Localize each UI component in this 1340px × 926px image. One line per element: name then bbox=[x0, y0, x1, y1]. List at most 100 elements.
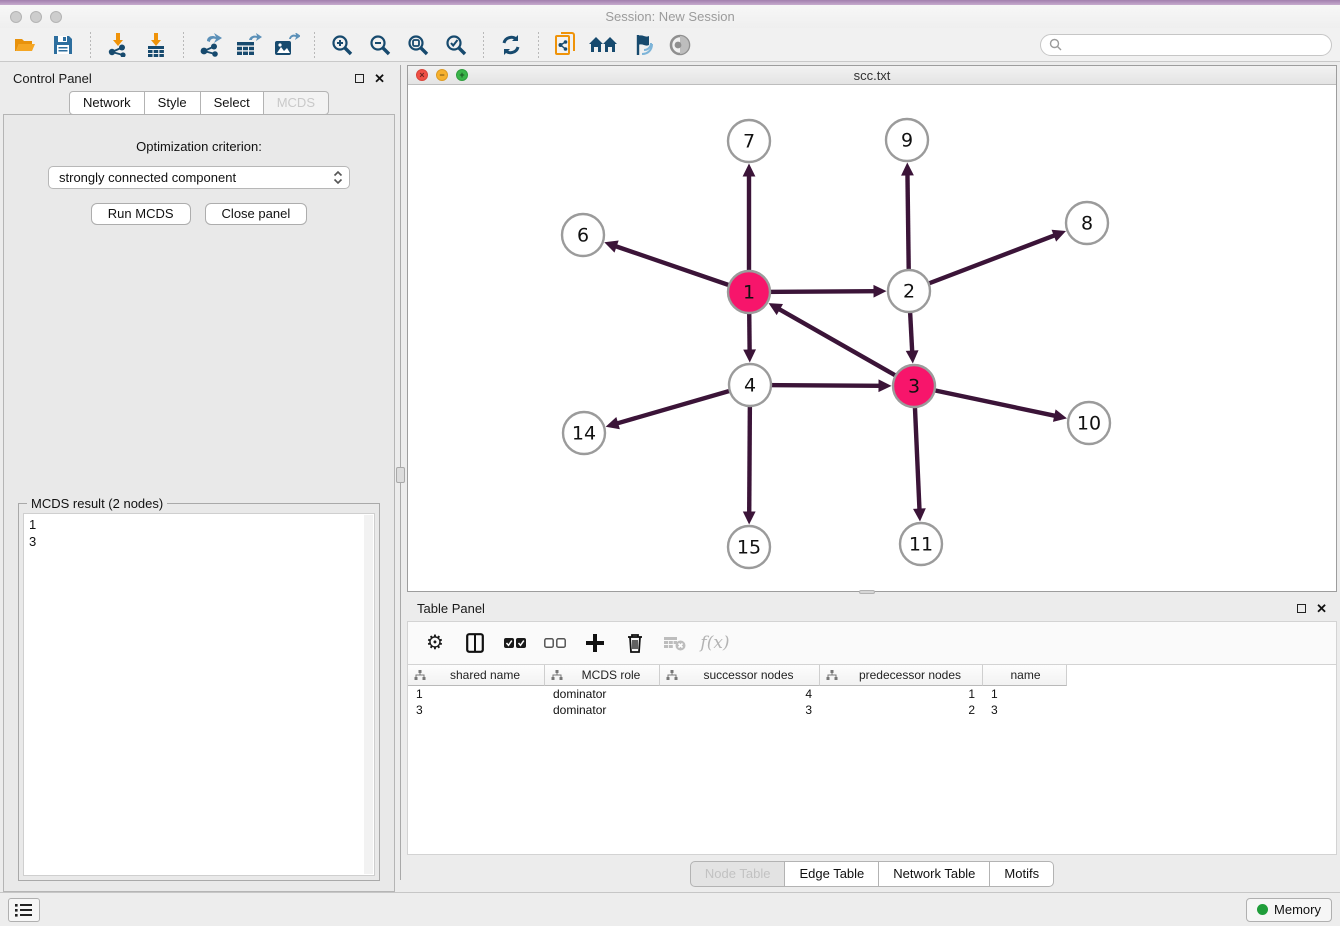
memory-button[interactable]: Memory bbox=[1246, 898, 1332, 922]
home-button[interactable] bbox=[587, 31, 621, 59]
graph-node-9[interactable]: 9 bbox=[886, 119, 928, 161]
graph-node-4[interactable]: 4 bbox=[729, 364, 771, 406]
control-panel-header: Control Panel ✕ bbox=[3, 65, 395, 91]
table-cell[interactable]: 1 bbox=[408, 686, 545, 702]
graph-node-8[interactable]: 8 bbox=[1066, 202, 1108, 244]
export-image-button[interactable] bbox=[270, 31, 304, 59]
column-header-name[interactable]: name bbox=[983, 665, 1067, 686]
gear-icon: ⚙ bbox=[426, 633, 444, 653]
graph-edge[interactable] bbox=[914, 386, 1067, 422]
clone-network-button[interactable] bbox=[549, 31, 583, 59]
close-table-panel-icon[interactable]: ✕ bbox=[1316, 602, 1327, 615]
table-body: 1dominator4113dominator323 bbox=[408, 686, 1336, 718]
graph-node-label: 2 bbox=[903, 281, 915, 303]
table-cell[interactable]: 1 bbox=[820, 686, 983, 702]
table-cell[interactable]: dominator bbox=[545, 702, 660, 718]
column-header-MCDS-role[interactable]: MCDS role bbox=[545, 665, 660, 686]
criterion-select[interactable]: strongly connected component bbox=[48, 166, 350, 189]
table-cell[interactable]: dominator bbox=[545, 686, 660, 702]
table-cell[interactable]: 1 bbox=[983, 686, 1067, 702]
mcds-result-title: MCDS result (2 nodes) bbox=[27, 496, 167, 511]
graph-node-label: 14 bbox=[572, 423, 596, 445]
import-network-icon bbox=[107, 33, 129, 57]
search-input[interactable] bbox=[1067, 38, 1323, 52]
graph-node-10[interactable]: 10 bbox=[1068, 402, 1110, 444]
hide-annotations-button[interactable] bbox=[625, 31, 659, 59]
close-panel-button[interactable]: Close panel bbox=[205, 203, 308, 225]
graph-node-7[interactable]: 7 bbox=[728, 120, 770, 162]
close-panel-icon[interactable]: ✕ bbox=[374, 72, 385, 85]
column-header-shared-name[interactable]: shared name bbox=[408, 665, 545, 686]
result-line: 1 bbox=[29, 516, 374, 533]
zoom-fit-button[interactable] bbox=[401, 31, 435, 59]
tab-mcds[interactable]: MCDS bbox=[264, 91, 329, 115]
table-settings-button[interactable]: ⚙ bbox=[422, 628, 448, 658]
float-panel-icon[interactable] bbox=[355, 74, 364, 83]
select-all-columns-button[interactable] bbox=[502, 628, 528, 658]
eye-icon bbox=[668, 34, 692, 56]
float-table-panel-icon[interactable] bbox=[1297, 604, 1306, 613]
zoom-in-button[interactable] bbox=[325, 31, 359, 59]
result-scrollbar[interactable] bbox=[364, 515, 373, 874]
tab-network[interactable]: Network bbox=[69, 91, 145, 115]
graph-node-1[interactable]: 1 bbox=[728, 271, 770, 313]
mcds-tab-content: Optimization criterion: strongly connect… bbox=[3, 114, 395, 892]
table-row[interactable]: 1dominator411 bbox=[408, 686, 1336, 702]
unselect-all-columns-button[interactable] bbox=[542, 628, 568, 658]
table-cell[interactable]: 2 bbox=[820, 702, 983, 718]
column-header-successor-nodes[interactable]: successor nodes bbox=[660, 665, 820, 686]
function-builder-button[interactable]: f(x) bbox=[702, 628, 728, 658]
column-header-predecessor-nodes[interactable]: predecessor nodes bbox=[820, 665, 983, 686]
graph-node-2[interactable]: 2 bbox=[888, 270, 930, 312]
tab-node-table[interactable]: Node Table bbox=[690, 861, 786, 887]
tab-select[interactable]: Select bbox=[201, 91, 264, 115]
graph-node-14[interactable]: 14 bbox=[563, 412, 605, 454]
tab-edge-table[interactable]: Edge Table bbox=[785, 861, 879, 887]
splitter-grip[interactable] bbox=[396, 467, 405, 483]
annotation-flag-icon bbox=[630, 34, 654, 56]
save-session-button[interactable] bbox=[46, 31, 80, 59]
columns-icon bbox=[466, 633, 484, 653]
table-cell[interactable]: 3 bbox=[408, 702, 545, 718]
home-icon bbox=[589, 35, 619, 55]
zoom-selected-button[interactable] bbox=[439, 31, 473, 59]
apply-layout-button[interactable] bbox=[494, 31, 528, 59]
open-file-button[interactable] bbox=[8, 31, 42, 59]
graph-node-11[interactable]: 11 bbox=[900, 523, 942, 565]
horizontal-splitter[interactable] bbox=[407, 592, 1337, 595]
run-mcds-button[interactable]: Run MCDS bbox=[91, 203, 191, 225]
tab-network-table[interactable]: Network Table bbox=[879, 861, 990, 887]
table-cell[interactable]: 3 bbox=[660, 702, 820, 718]
graph-edge[interactable] bbox=[909, 230, 1066, 291]
tab-motifs[interactable]: Motifs bbox=[990, 861, 1054, 887]
table-cell[interactable]: 3 bbox=[983, 702, 1067, 718]
table-row[interactable]: 3dominator323 bbox=[408, 702, 1336, 718]
horizontal-splitter-grip[interactable] bbox=[859, 590, 875, 594]
plus-icon bbox=[586, 634, 604, 652]
graph-edge[interactable] bbox=[606, 385, 750, 429]
network-window-titlebar: × − + scc.txt bbox=[408, 66, 1336, 85]
import-network-button[interactable] bbox=[101, 31, 135, 59]
delete-column-button[interactable] bbox=[622, 628, 648, 658]
network-canvas[interactable]: 7 9 6 8 1 2 4 3 14 10 15 11 bbox=[408, 85, 1336, 591]
graph-edge[interactable] bbox=[769, 303, 914, 386]
tab-style[interactable]: Style bbox=[145, 91, 201, 115]
graph-node-3[interactable]: 3 bbox=[893, 365, 935, 407]
show-graphics-details-button[interactable] bbox=[663, 31, 697, 59]
show-columns-button[interactable] bbox=[462, 628, 488, 658]
graph-node-15[interactable]: 15 bbox=[728, 526, 770, 568]
zoom-out-button[interactable] bbox=[363, 31, 397, 59]
graph-edge[interactable] bbox=[604, 240, 749, 292]
table-cell[interactable]: 4 bbox=[660, 686, 820, 702]
delete-table-button[interactable] bbox=[662, 628, 688, 658]
export-network-button[interactable] bbox=[194, 31, 228, 59]
main-area: Control Panel ✕ Network Style Select MCD… bbox=[0, 62, 1340, 892]
import-table-button[interactable] bbox=[139, 31, 173, 59]
create-column-button[interactable] bbox=[582, 628, 608, 658]
panel-splitter[interactable] bbox=[395, 65, 407, 892]
graph-node-6[interactable]: 6 bbox=[562, 214, 604, 256]
column-hierarchy-icon bbox=[666, 670, 678, 681]
mcds-result-text[interactable]: 1 3 bbox=[23, 513, 375, 876]
show-panels-button[interactable] bbox=[8, 898, 40, 922]
export-table-button[interactable] bbox=[232, 31, 266, 59]
